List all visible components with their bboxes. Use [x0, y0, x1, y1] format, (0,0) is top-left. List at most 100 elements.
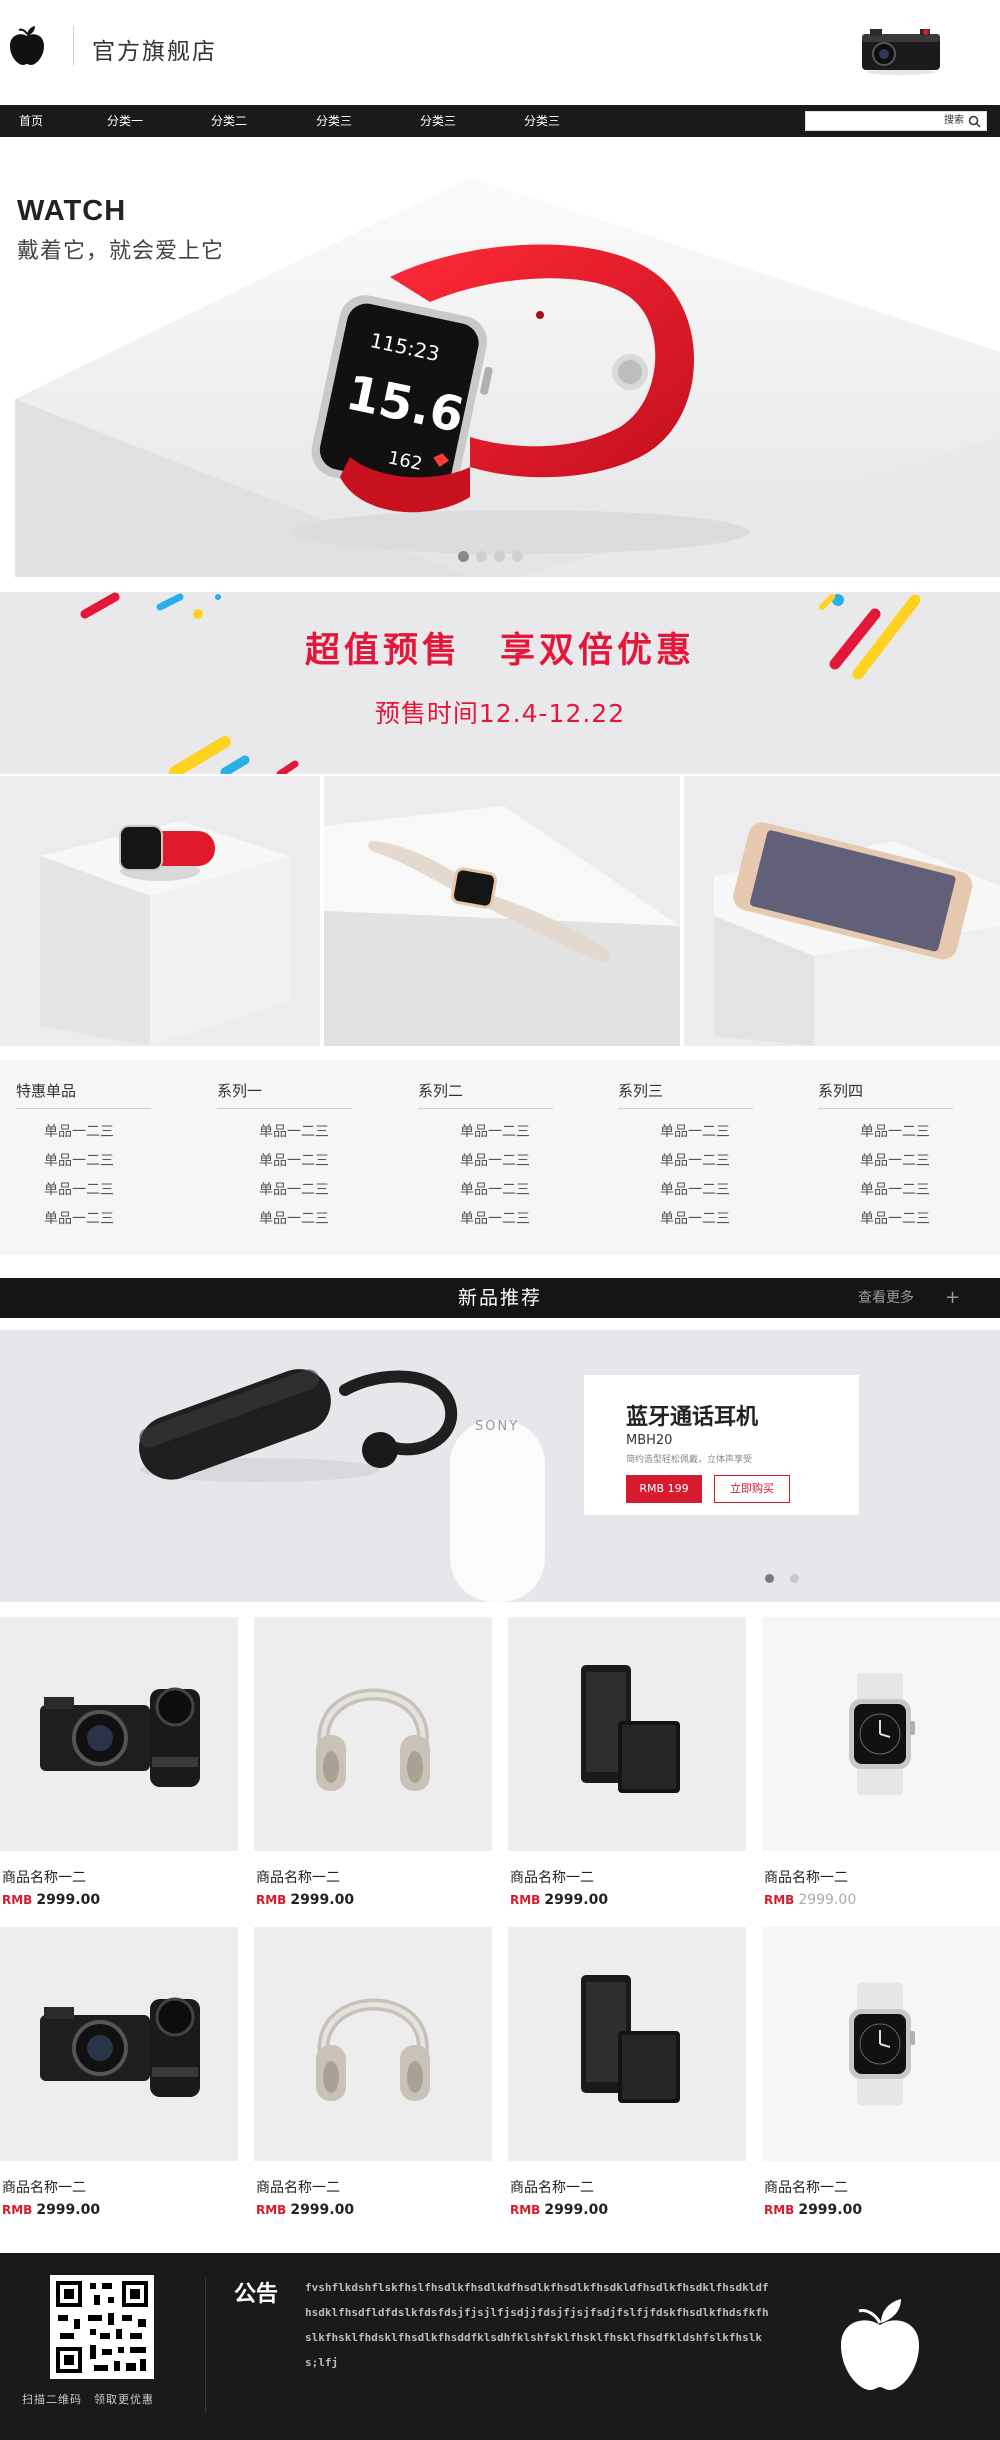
product-card[interactable]: 商品名称一二 RMB 2999.00 — [762, 1927, 1000, 2227]
product-name: 商品名称一二 — [256, 2180, 340, 2196]
carousel-dot-3[interactable] — [494, 551, 505, 562]
category-link[interactable]: 单品一二三 — [818, 1176, 958, 1205]
carousel-dot-4[interactable] — [512, 551, 523, 562]
currency-label: RMB — [256, 1893, 287, 1907]
product-image — [508, 1617, 746, 1851]
carousel-dot-2[interactable] — [476, 551, 487, 562]
apple-logo-icon[interactable] — [8, 24, 46, 66]
camera-icon — [40, 1997, 200, 2097]
category-link[interactable]: 单品一二三 — [618, 1205, 758, 1234]
search-icon[interactable] — [968, 115, 981, 128]
featured-product-banner[interactable]: SONY 蓝牙通话耳机 MBH20 简约造型轻松佩戴，立体声享受 RMB 199… — [0, 1330, 1000, 1602]
category-title[interactable]: 特惠单品 — [16, 1080, 151, 1109]
category-title[interactable]: 系列一 — [217, 1080, 352, 1109]
category-title[interactable]: 系列四 — [818, 1080, 953, 1109]
showcase-watch-gold[interactable] — [324, 776, 680, 1046]
category-link[interactable]: 单品一二三 — [217, 1205, 357, 1234]
product-card[interactable]: 商品名称一二 RMB 2999.00 — [0, 1617, 238, 1917]
search-button[interactable]: 搜索 — [944, 112, 964, 130]
product-card[interactable]: 商品名称一二 RMB 2999.00 — [254, 1927, 492, 2227]
product-card[interactable]: 商品名称一二 RMB 2999.00 — [0, 1927, 238, 2227]
category-link[interactable]: 单品一二三 — [618, 1147, 758, 1176]
category-link[interactable]: 单品一二三 — [217, 1118, 357, 1147]
nav-item-category-1[interactable]: 分类一 — [107, 105, 143, 137]
promo-date: 预售时间12.4-12.22 — [374, 699, 626, 728]
category-link[interactable]: 单品一二三 — [818, 1205, 958, 1234]
category-link[interactable]: 单品一二三 — [618, 1176, 758, 1205]
new-products-header: 新品推荐 查看更多 + — [0, 1278, 1000, 1318]
category-link[interactable]: 单品一二三 — [16, 1147, 156, 1176]
carousel-dot-1[interactable] — [765, 1574, 774, 1583]
nav-item-home[interactable]: 首页 — [19, 105, 43, 137]
category-link[interactable]: 单品一二三 — [418, 1147, 558, 1176]
search-box: 搜索 — [805, 111, 987, 131]
footer-divider — [205, 2278, 206, 2413]
nav-item-category-3b[interactable]: 分类三 — [420, 105, 456, 137]
category-title[interactable]: 系列三 — [618, 1080, 753, 1109]
apple-logo-icon[interactable] — [835, 2293, 925, 2393]
buy-now-button[interactable]: 立即购买 — [714, 1475, 790, 1503]
category-link[interactable]: 单品一二三 — [618, 1118, 758, 1147]
product-card[interactable]: 商品名称一二 RMB 2999.00 — [762, 1617, 1000, 1917]
currency-label: RMB — [2, 2203, 33, 2217]
product-name: 商品名称一二 — [510, 2180, 594, 2196]
phone-icon — [581, 1975, 680, 2103]
featured-product-name: 蓝牙通话耳机 — [626, 1405, 759, 1430]
category-link[interactable]: 单品一二三 — [818, 1147, 958, 1176]
category-link[interactable]: 单品一二三 — [217, 1176, 357, 1205]
product-name: 商品名称一二 — [764, 1870, 848, 1886]
notice-text: fvshflkdshflskfhslfhsdlkfhsdlkdfhsdlkfhs… — [305, 2281, 769, 2369]
price-value: 2999.00 — [544, 2202, 609, 2218]
product-showcase — [0, 776, 1000, 1046]
product-price: RMB 2999.00 — [510, 1892, 608, 1908]
category-link[interactable]: 单品一二三 — [16, 1118, 156, 1147]
watch-icon — [849, 1983, 915, 2105]
featured-product-card: 蓝牙通话耳机 MBH20 简约造型轻松佩戴，立体声享受 RMB 199 立即购买 — [584, 1375, 859, 1515]
price-value: 2999.00 — [798, 2202, 863, 2218]
price-value: 2999.00 — [290, 2202, 355, 2218]
product-card[interactable]: 商品名称一二 RMB 2999.00 — [508, 1927, 746, 2227]
hero-watch-image: 115:23 15.6 162 — [15, 177, 1000, 577]
main-nav: 首页 分类一 分类二 分类三 分类三 分类三 搜索 — [0, 105, 1000, 137]
search-input[interactable] — [812, 114, 942, 128]
presale-promo-banner[interactable]: 超值预售 享双倍优惠 预售时间12.4-12.22 — [0, 592, 1000, 774]
product-name: 商品名称一二 — [2, 1870, 86, 1886]
logo-divider — [73, 26, 74, 66]
camera-icon[interactable] — [860, 24, 942, 76]
category-link[interactable]: 单品一二三 — [16, 1205, 156, 1234]
nav-item-category-2[interactable]: 分类二 — [211, 105, 247, 137]
view-more-link[interactable]: 查看更多 — [858, 1278, 914, 1318]
watch-icon — [849, 1673, 915, 1795]
showcase-phone[interactable] — [684, 776, 1000, 1046]
nav-item-category-3c[interactable]: 分类三 — [524, 105, 560, 137]
product-price: RMB 2999.00 — [256, 1892, 354, 1908]
section-title: 新品推荐 — [457, 1287, 542, 1309]
category-title[interactable]: 系列二 — [418, 1080, 553, 1109]
product-price: RMB 2999.00 — [764, 1892, 856, 1908]
product-grid: 商品名称一二 RMB 2999.00 商品名称一二 RMB 2999.00 商品… — [0, 1617, 1000, 2237]
qr-code-icon[interactable] — [50, 2275, 154, 2379]
category-link[interactable]: 单品一二三 — [418, 1176, 558, 1205]
hero-carousel[interactable]: 115:23 15.6 162 WATCH 戴着它，就会爱上它 — [0, 137, 1000, 577]
product-image — [0, 1927, 238, 2161]
qr-caption: 扫描二维码 领取更优惠 — [22, 2393, 154, 2406]
product-card[interactable]: 商品名称一二 RMB 2999.00 — [508, 1617, 746, 1917]
footer: 扫描二维码 领取更优惠 公告 fvshflkdshflskfhslfhsdlkf… — [0, 2253, 1000, 2440]
nav-item-category-3[interactable]: 分类三 — [316, 105, 352, 137]
store-name[interactable]: 官方旗舰店 — [92, 32, 217, 66]
category-link[interactable]: 单品一二三 — [818, 1118, 958, 1147]
carousel-dot-1[interactable] — [458, 551, 469, 562]
category-link[interactable]: 单品一二三 — [418, 1205, 558, 1234]
currency-label: RMB — [256, 2203, 287, 2217]
category-column-series-1: 系列一 单品一二三 单品一二三 单品一二三 单品一二三 — [217, 1080, 357, 1234]
plus-icon[interactable]: + — [945, 1278, 960, 1318]
currency-label: RMB — [510, 1893, 541, 1907]
showcase-watch-red[interactable] — [0, 776, 320, 1046]
featured-price-button[interactable]: RMB 199 — [626, 1475, 702, 1503]
category-link[interactable]: 单品一二三 — [418, 1118, 558, 1147]
carousel-dot-2[interactable] — [790, 1574, 799, 1583]
product-name: 商品名称一二 — [2, 2180, 86, 2196]
category-link[interactable]: 单品一二三 — [16, 1176, 156, 1205]
category-link[interactable]: 单品一二三 — [217, 1147, 357, 1176]
product-card[interactable]: 商品名称一二 RMB 2999.00 — [254, 1617, 492, 1917]
